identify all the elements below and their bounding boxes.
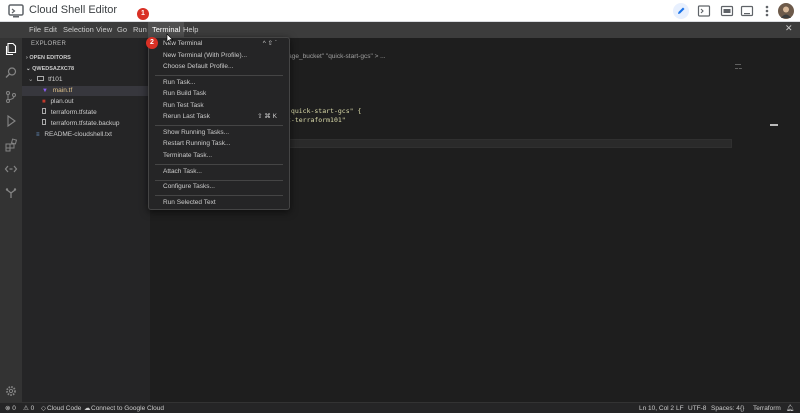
activity-bar xyxy=(0,38,22,402)
errors-count[interactable]: ⊗ 0 xyxy=(5,404,16,413)
file-label: plan.out xyxy=(50,98,74,105)
indentation[interactable]: Spaces: 4 xyxy=(711,404,740,413)
cloud-icon: ☁ xyxy=(84,405,91,412)
menu-divider xyxy=(155,125,283,126)
open-in-new-window-icon[interactable] xyxy=(739,3,755,19)
chevron-down-icon: ⌄ xyxy=(28,76,34,83)
explorer-sidebar: EXPLORER › OPEN EDITORS ⌄ QWEDSAZXC78 ⌄ … xyxy=(22,38,150,402)
source-control-icon[interactable] xyxy=(4,90,18,104)
menu-divider xyxy=(155,75,283,76)
explorer-files-icon[interactable] xyxy=(4,42,18,56)
connect-google-cloud[interactable]: Connect to Google Cloud xyxy=(91,404,164,413)
more-vert-icon[interactable] xyxy=(759,3,775,19)
menu-divider xyxy=(155,180,283,181)
text-file-icon: ≡ xyxy=(36,132,40,138)
menu-divider xyxy=(155,164,283,165)
menu-item-configure-tasks[interactable]: Configure Tasks... xyxy=(163,182,215,192)
menu-divider xyxy=(155,195,283,196)
cloud-shell-icon xyxy=(8,4,24,18)
cloud-apis-icon[interactable] xyxy=(4,186,18,200)
mouse-cursor-icon xyxy=(166,33,174,44)
chevron-down-icon: ⌄ xyxy=(26,66,31,72)
file-readme[interactable]: ≡ README-cloudshell.txt xyxy=(22,130,150,140)
cloud-code-status[interactable]: Cloud Code xyxy=(47,404,81,413)
menu-item-show-running-tasks[interactable]: Show Running Tasks... xyxy=(163,128,229,138)
menu-help[interactable]: Help xyxy=(179,22,202,38)
file-label: terraform.tfstate.backup xyxy=(50,120,120,127)
menu-item-attach-task[interactable]: Attach Task... xyxy=(163,167,202,177)
file-label: main.tf xyxy=(52,87,73,94)
search-icon[interactable] xyxy=(4,66,18,80)
current-line-highlight xyxy=(286,139,732,148)
menu-item-terminate-task[interactable]: Terminate Task... xyxy=(163,151,212,161)
menu-edit[interactable]: Edit xyxy=(40,22,61,38)
shortcut-label: ⇧ ⌘ K xyxy=(257,113,277,120)
folder-label: tf101 xyxy=(48,76,63,83)
status-bar: ⊗ 0 ⚠ 0 ◇ Cloud Code ☁ Connect to Google… xyxy=(0,402,800,413)
cursor-position[interactable]: Ln 10, Col 2 xyxy=(639,404,674,413)
close-icon[interactable]: ✕ xyxy=(785,23,793,34)
workspace-label: QWEDSAZXC78 xyxy=(32,66,75,72)
menu-item-run-selected-text[interactable]: Run Selected Text xyxy=(163,198,216,208)
file-encoding[interactable]: UTF-8 xyxy=(688,404,706,413)
step-badge-2: 2 xyxy=(146,37,158,49)
file-icon xyxy=(42,119,46,125)
language-mode[interactable]: Terraform xyxy=(753,404,781,413)
menu-bar: File Edit Selection View Go Run Terminal… xyxy=(0,22,800,38)
terraform-file-icon: ▼ xyxy=(42,88,48,94)
menu-item-run-task[interactable]: Run Task... xyxy=(163,78,195,88)
open-editors-section[interactable]: › OPEN EDITORS xyxy=(22,53,150,63)
file-terraform-tfstate-backup[interactable]: terraform.tfstate.backup xyxy=(22,119,150,129)
code-line: "quick-start-gcs" { xyxy=(287,107,362,115)
terminal-icon[interactable] xyxy=(696,3,712,19)
file-icon xyxy=(42,108,46,114)
file-main-tf[interactable]: ▼ main.tf xyxy=(22,86,150,96)
menu-item-rerun-last-task[interactable]: Rerun Last Task xyxy=(163,112,210,122)
title-bar: Cloud Shell Editor xyxy=(0,0,800,22)
file-label: README-cloudshell.txt xyxy=(44,131,112,138)
notification-bell-icon[interactable]: 🔔︎ xyxy=(786,404,794,413)
file-plan-out[interactable]: ■ plan.out xyxy=(22,97,150,107)
braces-icon: {} xyxy=(740,405,745,412)
minimap[interactable]: ▬▬ ▬ ▬ xyxy=(735,62,742,70)
chevron-right-icon: › xyxy=(26,55,28,61)
cloud-code-icon: ◇ xyxy=(41,405,46,412)
file-terraform-tfstate[interactable]: terraform.tfstate xyxy=(22,108,150,118)
menu-item-run-test-task[interactable]: Run Test Task xyxy=(163,101,204,111)
run-debug-icon[interactable] xyxy=(4,114,18,128)
folder-icon xyxy=(37,76,45,81)
web-preview-icon[interactable] xyxy=(719,3,735,19)
open-editors-label: OPEN EDITORS xyxy=(29,55,71,61)
cloud-code-icon[interactable] xyxy=(4,162,18,176)
edit-pencil-icon[interactable] xyxy=(673,3,689,19)
menu-item-choose-default-profile[interactable]: Choose Default Profile... xyxy=(163,62,233,72)
window-title: Cloud Shell Editor xyxy=(29,4,118,16)
terminal-menu: New Terminal ^ ⇧ ` New Terminal (With Pr… xyxy=(148,37,290,210)
workspace-section[interactable]: ⌄ QWEDSAZXC78 xyxy=(22,64,150,74)
menu-item-run-build-task[interactable]: Run Build Task xyxy=(163,89,206,99)
menu-item-new-terminal-profile[interactable]: New Terminal (With Profile)... xyxy=(163,51,247,61)
breadcrumb[interactable]: rage_bucket" "quick-start-gcs" > ... xyxy=(286,53,386,60)
avatar[interactable] xyxy=(778,3,794,19)
step-badge-1: 1 xyxy=(137,8,149,20)
binary-file-icon: ■ xyxy=(42,99,46,105)
explorer-header: EXPLORER xyxy=(31,41,67,47)
menu-item-restart-running-task[interactable]: Restart Running Task... xyxy=(163,139,230,149)
scrollbar-marker[interactable] xyxy=(770,124,778,126)
settings-gear-icon[interactable] xyxy=(4,384,18,398)
code-line: t-terraform101" xyxy=(287,116,346,124)
warnings-count[interactable]: ⚠ 0 xyxy=(23,404,34,413)
file-label: terraform.tfstate xyxy=(50,109,97,116)
shortcut-label: ^ ⇧ ` xyxy=(262,40,277,47)
folder-tf101[interactable]: ⌄ tf101 xyxy=(22,75,150,85)
eol-sequence[interactable]: LF xyxy=(676,404,684,413)
extensions-icon[interactable] xyxy=(4,138,18,152)
